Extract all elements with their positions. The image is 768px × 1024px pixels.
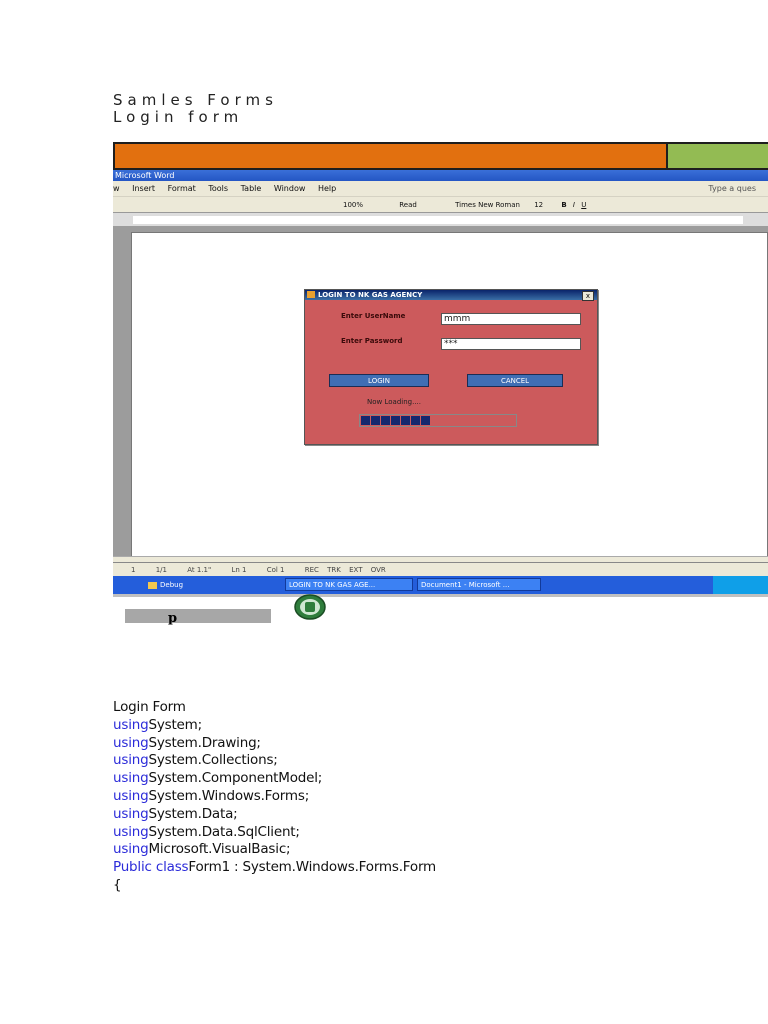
progress-segment bbox=[391, 416, 400, 425]
taskbar-item-login[interactable]: LOGIN TO NK GAS AGE... bbox=[285, 578, 413, 591]
stray-letter: p bbox=[168, 611, 178, 626]
status-trk: TRK bbox=[327, 566, 341, 574]
quicklaunch-debug-folder[interactable]: Debug bbox=[148, 579, 183, 591]
status-ln: Ln 1 bbox=[231, 566, 247, 574]
code-text: System.ComponentModel; bbox=[148, 770, 323, 787]
code-line: usingSystem.Collections; bbox=[113, 752, 436, 770]
bold-icon[interactable]: B bbox=[561, 197, 566, 213]
code-text: System; bbox=[148, 716, 202, 733]
code-line: usingSystem.Data; bbox=[113, 806, 436, 824]
code-text: System.Drawing; bbox=[148, 734, 261, 751]
loading-label: Now Loading.... bbox=[367, 398, 421, 406]
italic-icon[interactable]: I bbox=[573, 197, 575, 213]
underline-icon[interactable]: U bbox=[581, 197, 586, 213]
code-line: usingSystem.Data.SqlClient; bbox=[113, 824, 436, 842]
login-form-screenshot: Microsoft Word w Insert Format Tools Tab… bbox=[113, 142, 768, 597]
code-line: usingSystem.ComponentModel; bbox=[113, 770, 436, 788]
progress-segment bbox=[401, 416, 410, 425]
circular-green-logo-icon bbox=[294, 594, 326, 620]
document-area: LOGIN TO NK GAS AGENCY x Enter UserName … bbox=[113, 226, 768, 558]
code-keyword: Public class bbox=[113, 859, 189, 876]
status-pages: 1/1 bbox=[155, 566, 167, 574]
code-brace: { bbox=[113, 876, 122, 893]
menu-item-window[interactable]: Window bbox=[274, 184, 306, 193]
menu-item-insert[interactable]: Insert bbox=[132, 184, 155, 193]
menu-item-table[interactable]: Table bbox=[241, 184, 262, 193]
code-text: System.Data.SqlClient; bbox=[148, 823, 300, 840]
cancel-button[interactable]: CANCEL bbox=[467, 374, 563, 387]
progress-segment bbox=[371, 416, 380, 425]
code-keyword: using bbox=[113, 823, 149, 840]
green-banner bbox=[668, 142, 768, 170]
status-page: 1 bbox=[131, 566, 136, 574]
code-keyword: using bbox=[113, 805, 149, 822]
code-keyword: using bbox=[113, 716, 149, 733]
dialog-title-bar: LOGIN TO NK GAS AGENCY bbox=[305, 290, 597, 300]
code-text: System.Collections; bbox=[148, 752, 278, 769]
folder-icon bbox=[148, 581, 157, 589]
menu-item-tools[interactable]: Tools bbox=[208, 184, 228, 193]
document-page[interactable]: LOGIN TO NK GAS AGENCY x Enter UserName … bbox=[131, 232, 768, 558]
status-rec: REC bbox=[304, 566, 319, 574]
code-text: System.Data; bbox=[148, 805, 238, 822]
zoom-select[interactable]: 100% bbox=[343, 197, 363, 213]
password-input[interactable]: *** bbox=[441, 338, 581, 350]
code-title: Login Form bbox=[113, 699, 186, 715]
menu-item-help[interactable]: Help bbox=[318, 184, 336, 193]
login-button[interactable]: LOGIN bbox=[329, 374, 429, 387]
type-question-box[interactable]: Type a ques bbox=[708, 181, 756, 196]
code-keyword: using bbox=[113, 787, 149, 804]
progress-segment bbox=[411, 416, 420, 425]
code-text: Form1 : System.Windows.Forms.Form bbox=[188, 859, 437, 876]
username-input[interactable]: mmm bbox=[441, 313, 581, 325]
password-label: Enter Password bbox=[341, 337, 403, 345]
document-subheading: Login form bbox=[113, 108, 244, 126]
code-text: System.Windows.Forms; bbox=[148, 787, 310, 804]
status-col: Col 1 bbox=[266, 566, 285, 574]
code-line: Public classForm1 : System.Windows.Forms… bbox=[113, 859, 436, 877]
code-line: usingSystem.Drawing; bbox=[113, 735, 436, 753]
word-menu-bar: w Insert Format Tools Table Window Help … bbox=[113, 181, 768, 196]
login-dialog: LOGIN TO NK GAS AGENCY x Enter UserName … bbox=[304, 289, 598, 445]
menu-item-format[interactable]: Format bbox=[168, 184, 196, 193]
word-title-bar: Microsoft Word bbox=[113, 170, 768, 181]
code-line: usingMicrosoft.VisualBasic; bbox=[113, 841, 436, 859]
windows-taskbar: Debug LOGIN TO NK GAS AGE... Document1 -… bbox=[113, 576, 768, 594]
progress-segment bbox=[361, 416, 370, 425]
app-icon bbox=[307, 291, 315, 298]
code-line: usingSystem; bbox=[113, 717, 436, 735]
document-heading: Samles Forms bbox=[113, 91, 278, 109]
close-icon[interactable]: x bbox=[582, 291, 594, 301]
word-toolbar: 100% Read Times New Roman 12 B I U bbox=[113, 196, 768, 213]
status-ovr: OVR bbox=[370, 566, 386, 574]
progress-segment bbox=[381, 416, 390, 425]
menu-item-view[interactable]: w bbox=[113, 184, 120, 193]
system-tray bbox=[713, 576, 768, 594]
progress-bar bbox=[359, 414, 517, 427]
code-lines: usingSystem; usingSystem.Drawing; usingSys… bbox=[113, 717, 436, 877]
font-select[interactable]: Times New Roman bbox=[455, 197, 520, 213]
code-keyword: using bbox=[113, 770, 149, 787]
code-line: usingSystem.Windows.Forms; bbox=[113, 788, 436, 806]
read-button[interactable]: Read bbox=[399, 197, 417, 213]
ruler bbox=[113, 212, 768, 227]
status-bar: 1 1/1 At 1.1" Ln 1 Col 1 REC TRK EXT OVR bbox=[113, 562, 768, 577]
code-keyword: using bbox=[113, 752, 149, 769]
code-listing: Login Form usingSystem; usingSystem.Drawi… bbox=[113, 699, 436, 895]
status-at: At 1.1" bbox=[187, 566, 212, 574]
orange-banner bbox=[113, 142, 668, 170]
code-text: Microsoft.VisualBasic; bbox=[148, 841, 291, 858]
status-ext: EXT bbox=[349, 566, 363, 574]
font-size-select[interactable]: 12 bbox=[534, 197, 543, 213]
gray-strip bbox=[125, 609, 271, 623]
code-keyword: using bbox=[113, 841, 149, 858]
taskbar-item-document[interactable]: Document1 - Microsoft ... bbox=[417, 578, 541, 591]
progress-segment bbox=[421, 416, 430, 425]
code-keyword: using bbox=[113, 734, 149, 751]
progress-fill bbox=[361, 416, 430, 425]
username-label: Enter UserName bbox=[341, 312, 406, 320]
